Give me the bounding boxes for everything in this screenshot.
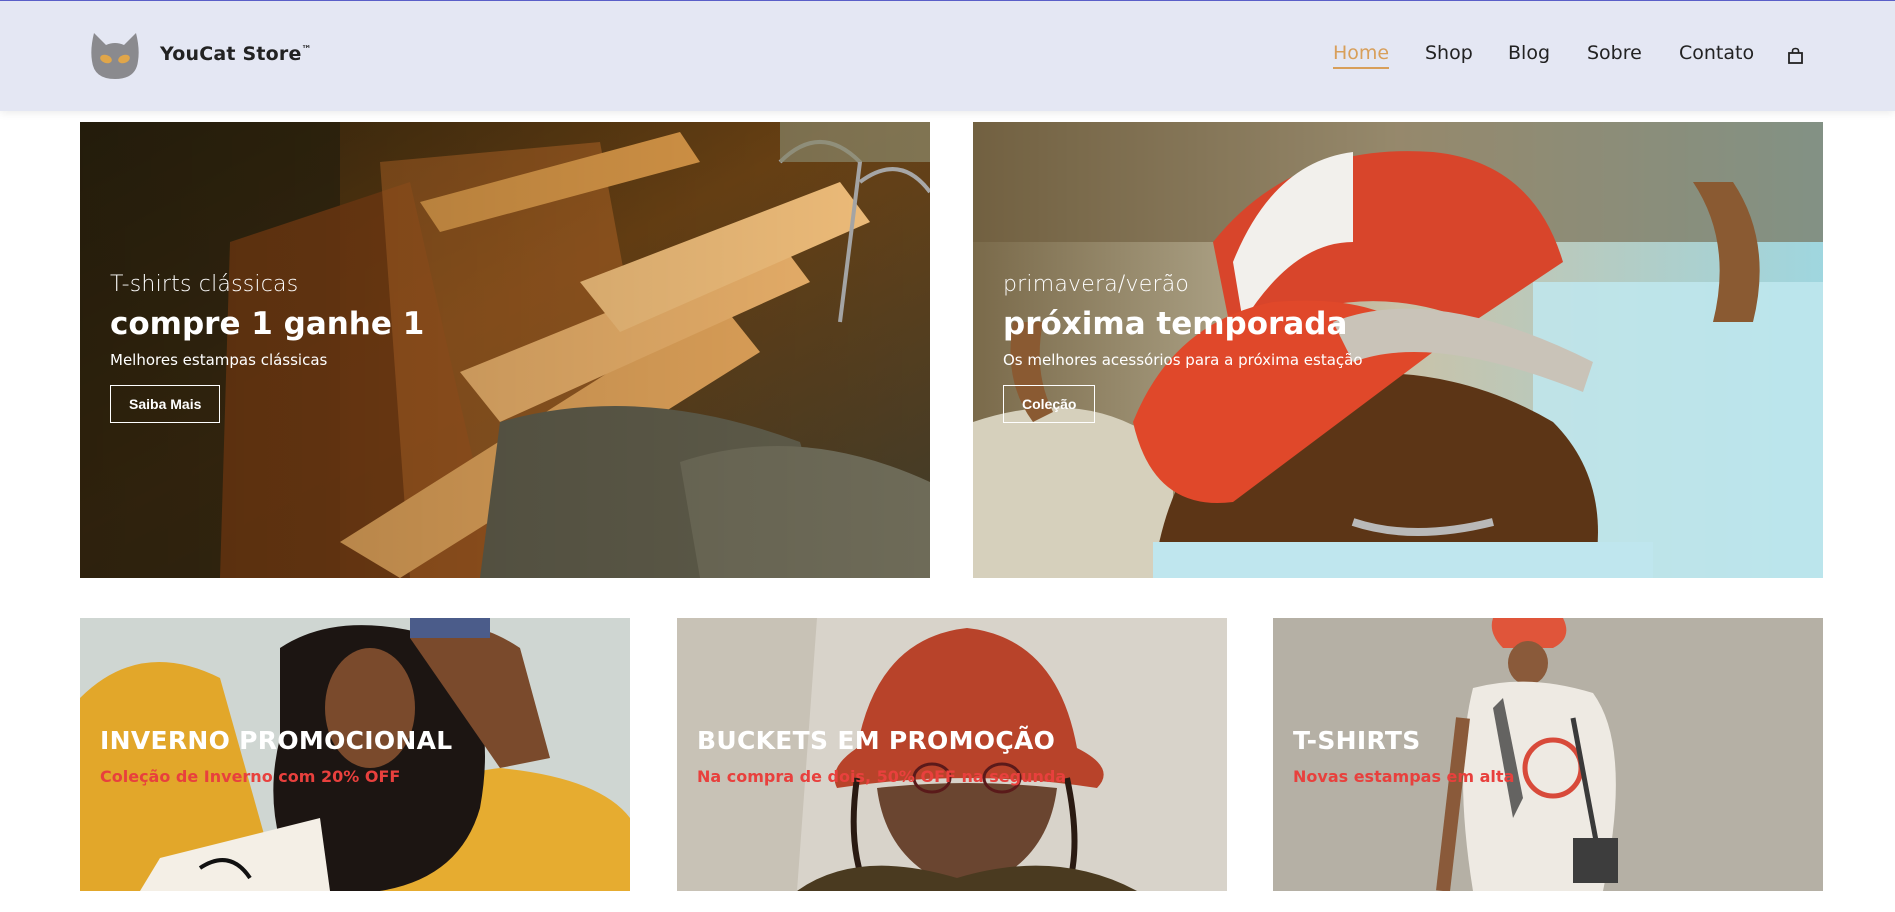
nav-home[interactable]: Home xyxy=(1333,42,1390,69)
cap-portrait-photo xyxy=(973,122,1823,578)
cat-head-icon[interactable] xyxy=(88,29,142,83)
card-inverno[interactable]: INVERNO PROMOCIONAL Coleção de Inverno c… xyxy=(80,618,630,891)
banner-tshirts[interactable]: T-shirts clássicas compre 1 ganhe 1 Melh… xyxy=(80,122,930,578)
saiba-mais-button[interactable]: Saiba Mais xyxy=(110,385,221,423)
shopping-bag-icon[interactable] xyxy=(1787,47,1804,65)
banner-title: próxima temporada xyxy=(1003,306,1348,342)
nav-shop[interactable]: Shop xyxy=(1425,42,1473,64)
banner-overlay xyxy=(80,122,930,578)
banner-subtitle: primavera/verão xyxy=(1003,272,1190,297)
card-description: Novas estampas em alta xyxy=(1293,767,1515,786)
card-title: BUCKETS EM PROMOÇÃO xyxy=(697,726,1056,755)
card-title: T-SHIRTS xyxy=(1293,726,1421,755)
card-buckets[interactable]: BUCKETS EM PROMOÇÃO Na compra de dois, 5… xyxy=(677,618,1227,891)
banner-description: Melhores estampas clássicas xyxy=(110,351,328,369)
banner-description: Os melhores acessórios para a próxima es… xyxy=(1003,351,1363,369)
card-description: Coleção de Inverno com 20% OFF xyxy=(100,767,401,786)
colecao-button[interactable]: Coleção xyxy=(1003,385,1096,423)
card-title: INVERNO PROMOCIONAL xyxy=(100,726,453,755)
card-description: Na compra de dois, 50% OFF na segunda xyxy=(697,767,1067,786)
banner-subtitle: T-shirts clássicas xyxy=(110,272,299,297)
banner-title: compre 1 ganhe 1 xyxy=(110,306,425,342)
nav-blog[interactable]: Blog xyxy=(1508,42,1550,64)
banner-season[interactable]: primavera/verão próxima temporada Os mel… xyxy=(973,122,1823,578)
nav-sobre[interactable]: Sobre xyxy=(1587,42,1642,64)
trademark-mark: ™ xyxy=(301,44,312,56)
brand-label: YouCat Store xyxy=(160,43,302,65)
site-header: YouCat Store™ Home Shop Blog Sobre Conta… xyxy=(0,0,1895,111)
nav-contato[interactable]: Contato xyxy=(1679,42,1754,64)
card-tshirts[interactable]: T-SHIRTS Novas estampas em alta xyxy=(1273,618,1823,891)
brand-name[interactable]: YouCat Store™ xyxy=(160,43,312,65)
